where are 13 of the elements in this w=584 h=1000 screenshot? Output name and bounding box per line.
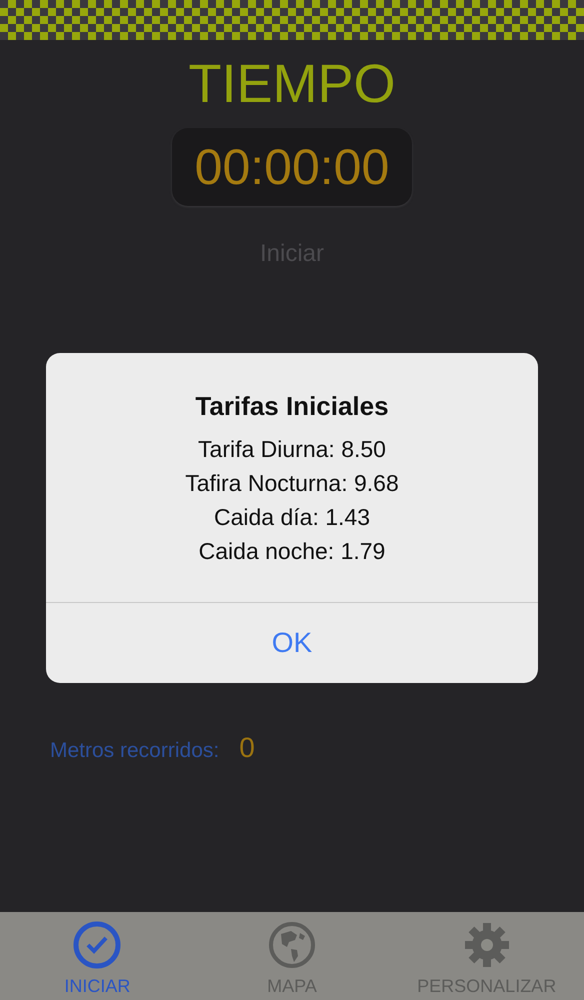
tab[interactable]: INICIAR — [0, 912, 195, 1000]
check-circle-icon — [72, 920, 122, 970]
timer-display: 00:00:00 — [172, 128, 412, 206]
alert-title: Tarifas Iniciales — [195, 391, 389, 422]
globe-icon — [267, 920, 317, 970]
distance-value: 0 — [239, 732, 255, 764]
screen-title: TIEMPO — [188, 54, 396, 114]
alert-message-line: Tarifa Diurna: 8.50 — [198, 435, 386, 464]
alert-message-line: Caida día: 1.43 — [214, 503, 370, 532]
distance-label: Metros recorridos: — [50, 739, 220, 763]
alert-message-line: Tafira Nocturna: 9.68 — [185, 469, 399, 498]
ok-button[interactable]: OK — [46, 603, 538, 683]
alert-message-line: Caida noche: 1.79 — [198, 537, 386, 566]
